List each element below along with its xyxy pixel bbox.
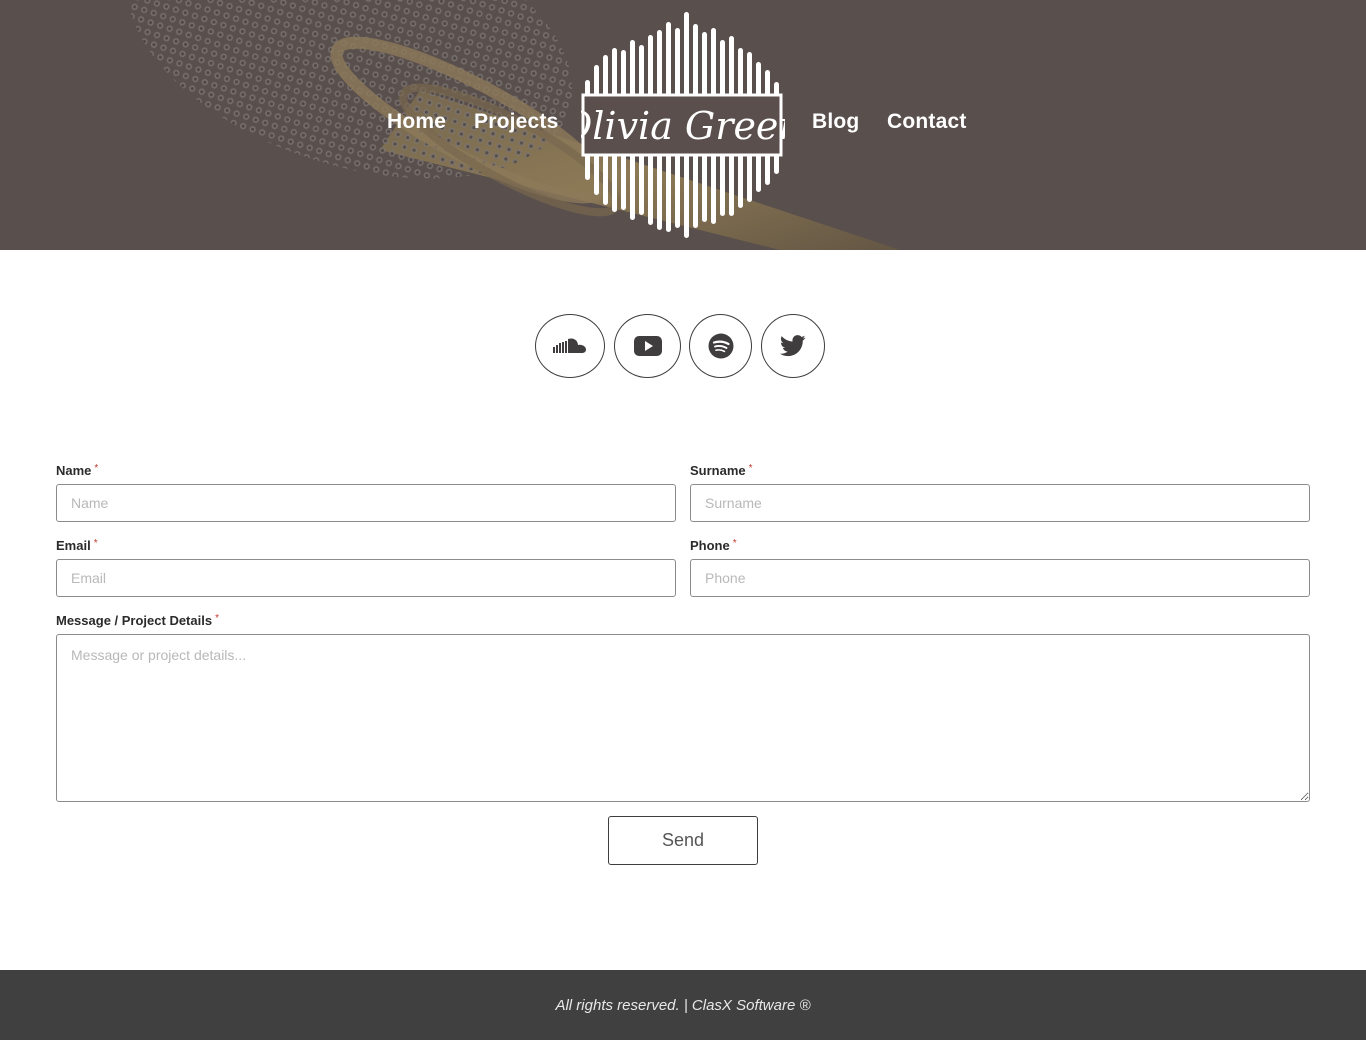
spotify-link[interactable] bbox=[689, 314, 752, 378]
email-label: Email * bbox=[56, 538, 98, 553]
message-textarea[interactable] bbox=[56, 634, 1310, 802]
nav-blog[interactable]: Blog bbox=[812, 110, 859, 134]
youtube-link[interactable] bbox=[614, 314, 681, 378]
phone-label: Phone * bbox=[690, 538, 737, 553]
soundcloud-link[interactable] bbox=[535, 314, 605, 378]
soundcloud-icon bbox=[553, 338, 586, 353]
name-input[interactable] bbox=[56, 484, 676, 522]
twitter-link[interactable] bbox=[761, 314, 825, 378]
logo[interactable]: Olivia Green bbox=[561, 10, 803, 240]
soundwave-logo-icon: Olivia Green bbox=[561, 12, 803, 238]
site-header: Home Projects Blog Contact livia Gree bbox=[0, 0, 1366, 250]
twitter-icon bbox=[780, 335, 806, 357]
logo-text: Olivia Green bbox=[581, 104, 785, 148]
youtube-icon bbox=[633, 336, 662, 356]
surname-label: Surname * bbox=[690, 463, 753, 478]
nav-contact[interactable]: Contact bbox=[887, 110, 967, 134]
phone-input[interactable] bbox=[690, 559, 1310, 597]
copyright-text: All rights reserved. | ClasX Software ® bbox=[555, 996, 811, 1014]
surname-input[interactable] bbox=[690, 484, 1310, 522]
nav-projects[interactable]: Projects bbox=[474, 110, 558, 134]
message-label: Message / Project Details * bbox=[56, 613, 219, 628]
spotify-icon bbox=[708, 333, 733, 359]
email-input[interactable] bbox=[56, 559, 676, 597]
nav-home[interactable]: Home bbox=[387, 110, 446, 134]
name-label: Name * bbox=[56, 463, 99, 478]
send-button[interactable]: Send bbox=[608, 816, 758, 865]
site-footer: All rights reserved. | ClasX Software ® bbox=[0, 970, 1366, 1040]
